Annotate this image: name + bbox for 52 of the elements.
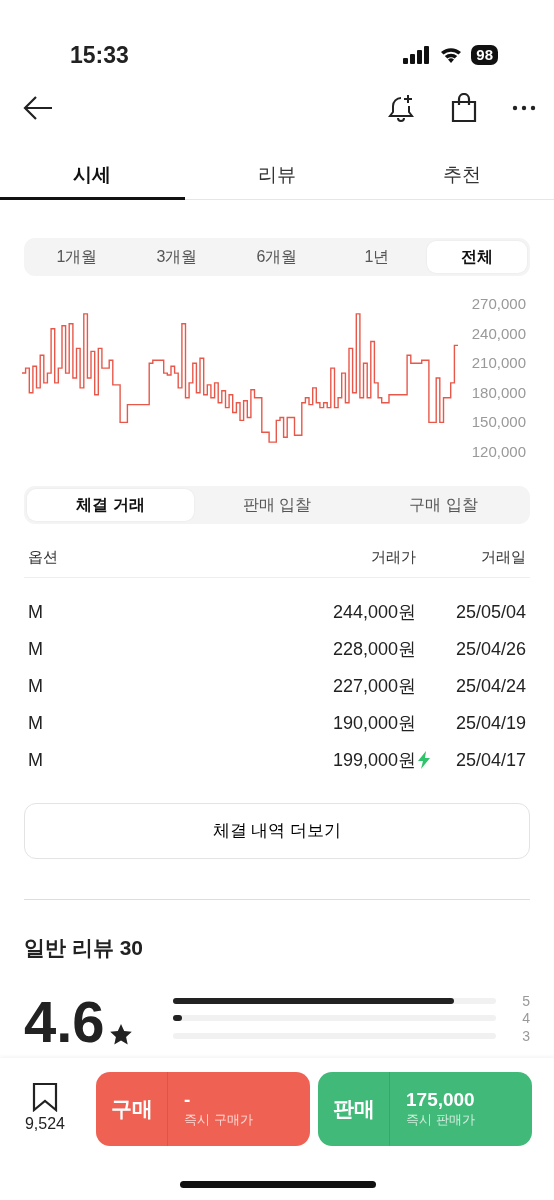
period-tab[interactable]: 6개월 [227,241,327,273]
bookmark-count: 9,524 [24,1114,65,1134]
review-count-title: 일반 리뷰 30 [24,934,145,961]
trade-type-tab[interactable]: 체결 거래 [27,489,194,521]
table-cell-text: 25/04/24 [455,674,526,698]
column-header: 거래가 [370,547,416,567]
battery-level: 98 [471,45,498,65]
y-axis-label: 120,000 [471,443,526,460]
y-axis-label: 270,000 [471,295,526,312]
more-history-button[interactable]: 체결 내역 더보기 [24,802,530,859]
period-tab[interactable]: 1년 [327,241,427,273]
table-cell-text: M [28,637,44,661]
table-cell-text: M [28,748,44,772]
trade-type-tab[interactable]: 구매 입찰 [360,489,527,521]
rating-value: 4.6 [24,993,105,1051]
table-cell-text: 25/04/17 [455,748,526,772]
wifi-icon [439,46,464,64]
bell-plus-icon[interactable] [386,93,416,123]
tab[interactable]: 리뷰 [184,159,370,200]
status-time: 15:33 [70,40,129,70]
table-cell-text: M [28,674,44,698]
signal-icon [403,46,432,64]
shopping-bag-icon[interactable] [450,93,478,123]
back-arrow-icon[interactable] [22,95,54,121]
trade-type-tab[interactable]: 판매 입찰 [193,489,361,521]
y-axis-label: 180,000 [471,383,526,401]
bookmark-icon[interactable] [32,1082,58,1112]
period-tab[interactable]: 3개월 [127,241,227,273]
column-header: 옵션 [28,547,59,567]
table-cell-text: 199,000원 [332,748,416,772]
table-cell-text: 25/04/19 [455,711,526,735]
period-tab[interactable]: 전체 [427,241,527,273]
table-cell-text: M [28,600,44,624]
table-cell-text: 25/04/26 [455,637,526,661]
rating-score-label: 4 [521,1009,530,1028]
table-cell-text: 227,000원 [332,674,416,698]
rating-score-label: 5 [521,991,530,1010]
period-tab[interactable]: 1개월 [27,241,127,273]
table-cell-text: 228,000원 [332,637,416,661]
column-header: 거래일 [480,547,526,567]
tab[interactable]: 추천 [369,159,554,200]
more-icon[interactable] [512,105,536,111]
table-cell-text: 244,000원 [332,600,416,624]
table-cell-text: 25/05/04 [455,600,526,624]
star-icon [108,1023,133,1047]
tab[interactable]: 시세 [0,159,185,200]
table-cell-text: M [28,711,44,735]
y-axis-label: 150,000 [471,413,526,431]
rating-score-label: 3 [521,1026,530,1045]
y-axis-label: 240,000 [471,324,526,342]
y-axis-label: 210,000 [471,354,526,372]
table-cell-text: 190,000원 [332,711,416,735]
